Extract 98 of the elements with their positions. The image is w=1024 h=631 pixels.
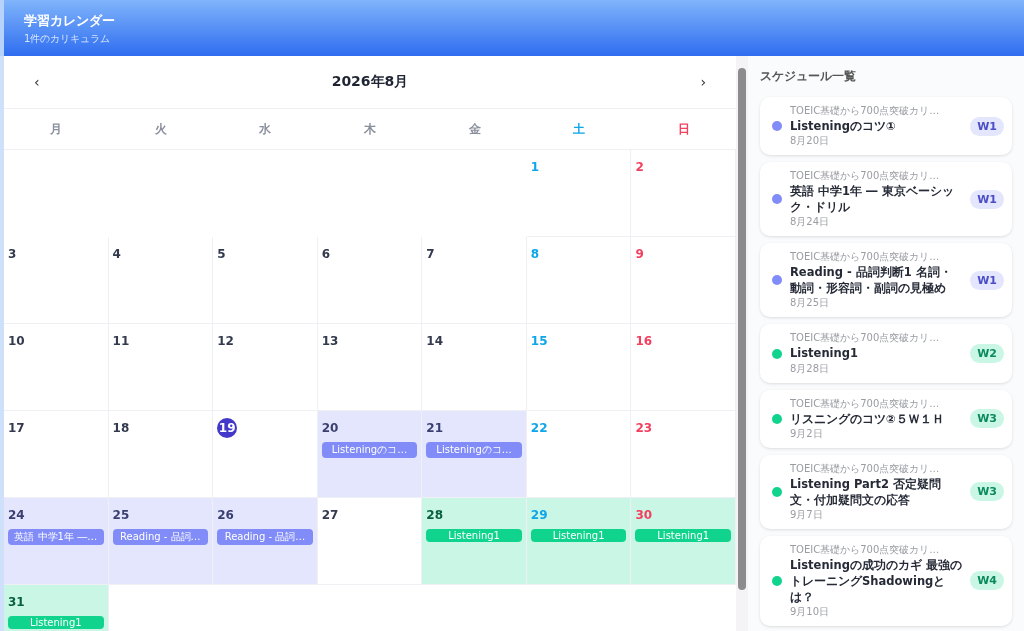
weekday-label: 月 xyxy=(50,120,63,138)
day-cell[interactable]: 6 xyxy=(317,237,423,324)
course-name: TOEIC基礎から700点突破カリ… xyxy=(790,104,941,118)
day-number: 28 xyxy=(426,507,444,524)
weekday-label: 火 xyxy=(154,120,167,138)
weekday-label: 木 xyxy=(364,120,376,138)
week-badge: W4 xyxy=(970,571,1004,591)
week-badge: W1 xyxy=(970,270,1004,290)
lesson-title: Listening Part2 否定疑問文・付加疑問文の応答 xyxy=(790,475,943,508)
scrollbar[interactable] xyxy=(736,56,748,631)
day-number: 27 xyxy=(321,507,340,524)
day-number: 19 xyxy=(217,418,238,438)
day-cell[interactable]: 7 xyxy=(422,237,527,324)
lesson-title: Reading - 品詞判断1 名詞・動詞・形容詞・副詞の見極め xyxy=(790,264,953,297)
lesson-date: 8月24日 xyxy=(790,215,831,230)
day-number: 8 xyxy=(530,246,541,263)
day-cell[interactable]: 9 xyxy=(631,237,736,324)
day-cell[interactable]: 4 xyxy=(108,237,214,324)
lesson-title: Listeningの成功のカギ 最強のトレーニングShadowingとは？ xyxy=(790,556,963,606)
schedule-card[interactable]: TOEIC基礎から700点突破カリ… Listening Part2 否定疑問文・付加疑問文の応答 9月7日 W3 xyxy=(760,454,1012,529)
weekday-label: 金 xyxy=(468,120,481,138)
day-number: 18 xyxy=(112,420,131,437)
day-number: 13 xyxy=(321,333,340,350)
day-cell[interactable]: 26 Reading - 品詞… xyxy=(213,498,318,585)
day-number: 5 xyxy=(217,246,227,263)
lesson-date: 8月25日 xyxy=(790,296,831,311)
lesson-date: 9月10日 xyxy=(790,605,831,620)
day-number: 12 xyxy=(217,333,235,350)
lesson-title: Listening1 xyxy=(790,345,859,362)
schedule-card[interactable]: TOEIC基礎から700点突破カリ… Listeningのコツ① 8月20日 W1 xyxy=(760,97,1012,156)
week-badge: W1 xyxy=(970,116,1004,136)
week-badge: W1 xyxy=(970,189,1004,209)
course-name: TOEIC基礎から700点突破カリ… xyxy=(790,542,941,557)
app-title: 学習カレンダー xyxy=(24,12,116,30)
day-cell[interactable]: 31 Listening1 xyxy=(4,585,109,631)
day-cell[interactable]: 24 英語 中学1年 ―… xyxy=(4,498,109,585)
course-name: TOEIC基礎から700点突破カリ… xyxy=(790,250,941,265)
course-name: TOEIC基礎から700点突破カリ… xyxy=(790,461,941,476)
lesson-title: リスニングのコツ②５Ｗ１Ｈ xyxy=(790,410,945,427)
week-badge: W2 xyxy=(970,344,1004,363)
schedule-card[interactable]: TOEIC基礎から700点突破カリ… Reading - 品詞判断1 名詞・動詞・形容詞・副詞の見極め 8月25日 W1 xyxy=(760,243,1012,318)
day-number: 25 xyxy=(112,507,131,524)
day-number: 31 xyxy=(8,594,26,611)
day-cell[interactable]: 5 xyxy=(213,237,318,324)
day-number: 15 xyxy=(530,333,549,350)
day-number: 4 xyxy=(112,246,122,263)
day-cell[interactable]: 28 Listening1 xyxy=(422,498,527,585)
day-cell[interactable]: 21 Listeningのコ… xyxy=(422,411,527,498)
lesson-date: 9月7日 xyxy=(790,507,824,522)
lesson-date: 9月2日 xyxy=(790,426,824,441)
next-month-button[interactable]: › xyxy=(694,72,712,92)
day-number: 29 xyxy=(530,507,549,524)
day-number: 17 xyxy=(8,420,26,437)
week-badge: W3 xyxy=(970,482,1004,502)
day-number: 7 xyxy=(426,246,436,263)
lesson-date: 8月20日 xyxy=(790,134,831,149)
course-name: TOEIC基礎から700点突破カリ… xyxy=(790,396,941,411)
week-badge: W3 xyxy=(970,409,1004,429)
lesson-title: Listeningのコツ① xyxy=(790,118,897,135)
curriculum-count: 1件のカリキュラム xyxy=(24,32,112,46)
day-cell[interactable]: 16 xyxy=(631,324,736,411)
day-number: 16 xyxy=(635,333,654,350)
day-cell[interactable]: 12 xyxy=(213,324,318,411)
schedule-card[interactable]: TOEIC基礎から700点突破カリ… リスニングのコツ②５Ｗ１Ｈ 9月2日 W3 xyxy=(760,389,1012,448)
day-cell[interactable]: 3 xyxy=(4,237,109,324)
day-number: 26 xyxy=(217,507,235,524)
day-number: 22 xyxy=(530,420,549,437)
section-title: スケジュール一覧 xyxy=(760,68,857,85)
day-number: 6 xyxy=(321,246,332,263)
day-cell[interactable]: 10 xyxy=(4,324,109,411)
day-cell[interactable]: 25 Reading - 品詞… xyxy=(108,498,214,585)
weekday-label: 水 xyxy=(259,120,272,138)
prev-month-button[interactable]: ‹ xyxy=(28,72,46,92)
day-number: 20 xyxy=(321,420,340,437)
weekday-label: 日 xyxy=(677,120,690,138)
day-number: 3 xyxy=(8,246,18,263)
day-number: 24 xyxy=(8,507,26,524)
schedule-card[interactable]: TOEIC基礎から700点突破カリ… Listening1 8月28日 W2 xyxy=(760,324,1012,383)
day-cell[interactable]: 20 Listeningのコ… xyxy=(317,411,423,498)
day-number: 30 xyxy=(635,507,654,524)
lesson-title: 英語 中学1年 ― 東京ベーシック・ドリル xyxy=(790,183,955,216)
course-name: TOEIC基礎から700点突破カリ… xyxy=(790,331,941,346)
schedule-card[interactable]: TOEIC基礎から700点突破カリ… 英語 中学1年 ― 東京ベーシック・ドリル 8月24日 W1 xyxy=(760,162,1012,237)
day-number: 2 xyxy=(635,159,645,176)
weekday-label: 土 xyxy=(573,120,586,138)
month-title: 2026年8月 xyxy=(331,73,409,91)
course-name: TOEIC基礎から700点突破カリ… xyxy=(790,169,941,184)
lesson-date: 8月28日 xyxy=(790,361,831,376)
day-cell[interactable]: 11 xyxy=(108,324,214,411)
day-number: 9 xyxy=(635,246,645,263)
day-number: 21 xyxy=(426,420,444,437)
day-number: 23 xyxy=(635,420,654,437)
day-number: 10 xyxy=(8,333,26,350)
day-number: 11 xyxy=(112,333,131,350)
day-cell[interactable]: 2 xyxy=(631,150,736,237)
schedule-card[interactable]: TOEIC基礎から700点突破カリ… Listeningの成功のカギ 最強のトレーニングShadowingとは？ 9月10日 W4 xyxy=(760,535,1012,627)
day-number: 14 xyxy=(426,333,444,350)
day-number: 1 xyxy=(530,159,541,176)
